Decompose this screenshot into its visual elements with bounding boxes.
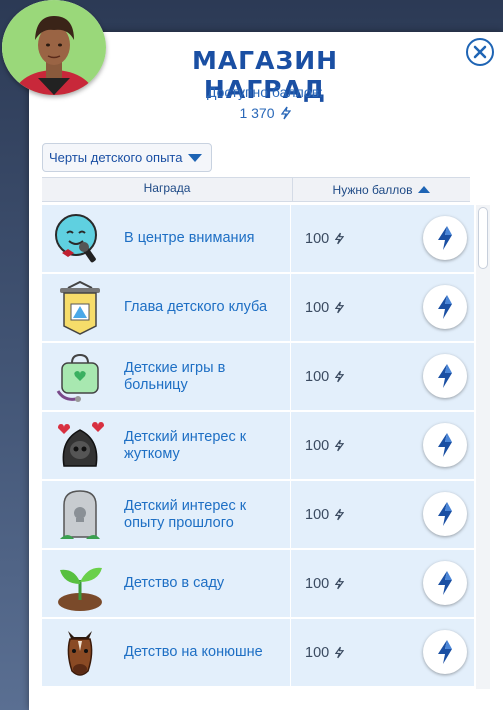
satisfaction-points-icon: [335, 370, 345, 383]
points-label: Доступно баллов:: [206, 84, 324, 100]
reward-cost-value: 100: [305, 368, 330, 385]
reward-cost: 100: [291, 369, 401, 385]
reward-cost-value: 100: [305, 644, 330, 661]
plumbob-icon: [438, 571, 452, 595]
reward-cost: 100: [291, 231, 401, 247]
reward-row[interactable]: Детский интерес к жуткому 100: [42, 412, 474, 479]
reward-row[interactable]: Глава детского клуба 100: [42, 274, 474, 341]
reward-cost: 100: [291, 300, 401, 316]
reward-cost-value: 100: [305, 506, 330, 523]
reward-cost: 100: [291, 507, 401, 523]
reward-cost: 100: [291, 645, 401, 661]
buy-reward-button[interactable]: [423, 423, 467, 467]
spotlight-face-icon: [55, 213, 97, 262]
reward-cost-value: 100: [305, 437, 330, 454]
buy-reward-button[interactable]: [423, 492, 467, 536]
reward-cost: 100: [291, 576, 401, 592]
reward-thumbnail: [42, 550, 118, 617]
buy-reward-button[interactable]: [423, 561, 467, 605]
reward-name: Детский интерес к опыту прошлого: [124, 497, 247, 531]
reward-name: Детские игры в больницу: [124, 359, 226, 393]
sprout-icon: [58, 567, 102, 611]
reward-cost-value: 100: [305, 299, 330, 316]
scrollbar-thumb[interactable]: [478, 207, 488, 269]
tombstone-icon: [60, 489, 100, 539]
buy-reward-button[interactable]: [423, 354, 467, 398]
chevron-down-icon: [188, 153, 203, 162]
reward-thumbnail: [42, 205, 118, 272]
reward-cost-value: 100: [305, 230, 330, 247]
reward-cost-value: 100: [305, 575, 330, 592]
sim-avatar: [2, 0, 106, 95]
reward-row[interactable]: В центре внимания 100: [42, 205, 474, 272]
buy-reward-button[interactable]: [423, 285, 467, 329]
close-icon: [473, 45, 487, 59]
column-header-cost-label: Нужно баллов: [332, 182, 413, 197]
category-dropdown[interactable]: Черты детского опыта: [42, 143, 212, 172]
reward-row[interactable]: Детские игры в больницу 100: [42, 343, 474, 410]
reward-name: Детство на конюшне: [124, 644, 263, 660]
horse-head-icon: [67, 630, 93, 676]
reward-row[interactable]: Детство в саду 100: [42, 550, 474, 617]
list-scrollbar[interactable]: [476, 205, 490, 689]
reward-name: Глава детского клуба: [124, 299, 268, 315]
reward-row[interactable]: Детство на конюшне 100: [42, 619, 474, 686]
satisfaction-points-icon: [335, 577, 345, 590]
reward-list: В центре внимания 100 Глава детского клу…: [42, 205, 474, 689]
category-dropdown-value: Черты детского опыта: [49, 150, 183, 165]
stethoscope-bag-icon: [56, 353, 99, 402]
points-value: 1 370: [239, 105, 275, 121]
dialog-footer: [29, 690, 503, 710]
reward-cost: 100: [291, 438, 401, 454]
reward-thumbnail: [42, 343, 118, 410]
plumbob-icon: [438, 226, 452, 250]
reward-name: Детский интерес к жуткому: [124, 428, 247, 462]
reward-name: В центре внимания: [124, 230, 255, 246]
table-header: Награда Нужно баллов: [42, 177, 470, 202]
plumbob-icon: [438, 502, 452, 526]
buy-reward-button[interactable]: [423, 216, 467, 260]
reward-name: Детство в саду: [124, 575, 225, 591]
plumbob-icon: [438, 295, 452, 319]
satisfaction-points-icon: [335, 646, 345, 659]
satisfaction-points-icon: [335, 232, 345, 245]
reward-row[interactable]: Детский интерес к опыту прошлого 100: [42, 481, 474, 548]
satisfaction-points-icon: [335, 508, 345, 521]
reward-thumbnail: [42, 481, 118, 548]
column-header-reward[interactable]: Награда: [42, 178, 293, 201]
close-button[interactable]: [466, 38, 494, 66]
plumbob-icon: [438, 364, 452, 388]
reward-thumbnail: [42, 412, 118, 479]
spooky-skull-icon: [58, 421, 104, 467]
satisfaction-points-icon: [335, 439, 345, 452]
plumbob-icon: [438, 640, 452, 664]
sort-ascending-icon: [418, 186, 431, 193]
satisfaction-points-icon: [335, 301, 345, 314]
reward-thumbnail: [42, 619, 118, 686]
satisfaction-points-icon: [280, 106, 291, 120]
plumbob-icon: [438, 433, 452, 457]
points-display: 1 370: [200, 105, 330, 121]
column-header-cost[interactable]: Нужно баллов: [293, 178, 470, 201]
buy-reward-button[interactable]: [423, 630, 467, 674]
reward-thumbnail: [42, 274, 118, 341]
club-banner-icon: [60, 280, 100, 335]
